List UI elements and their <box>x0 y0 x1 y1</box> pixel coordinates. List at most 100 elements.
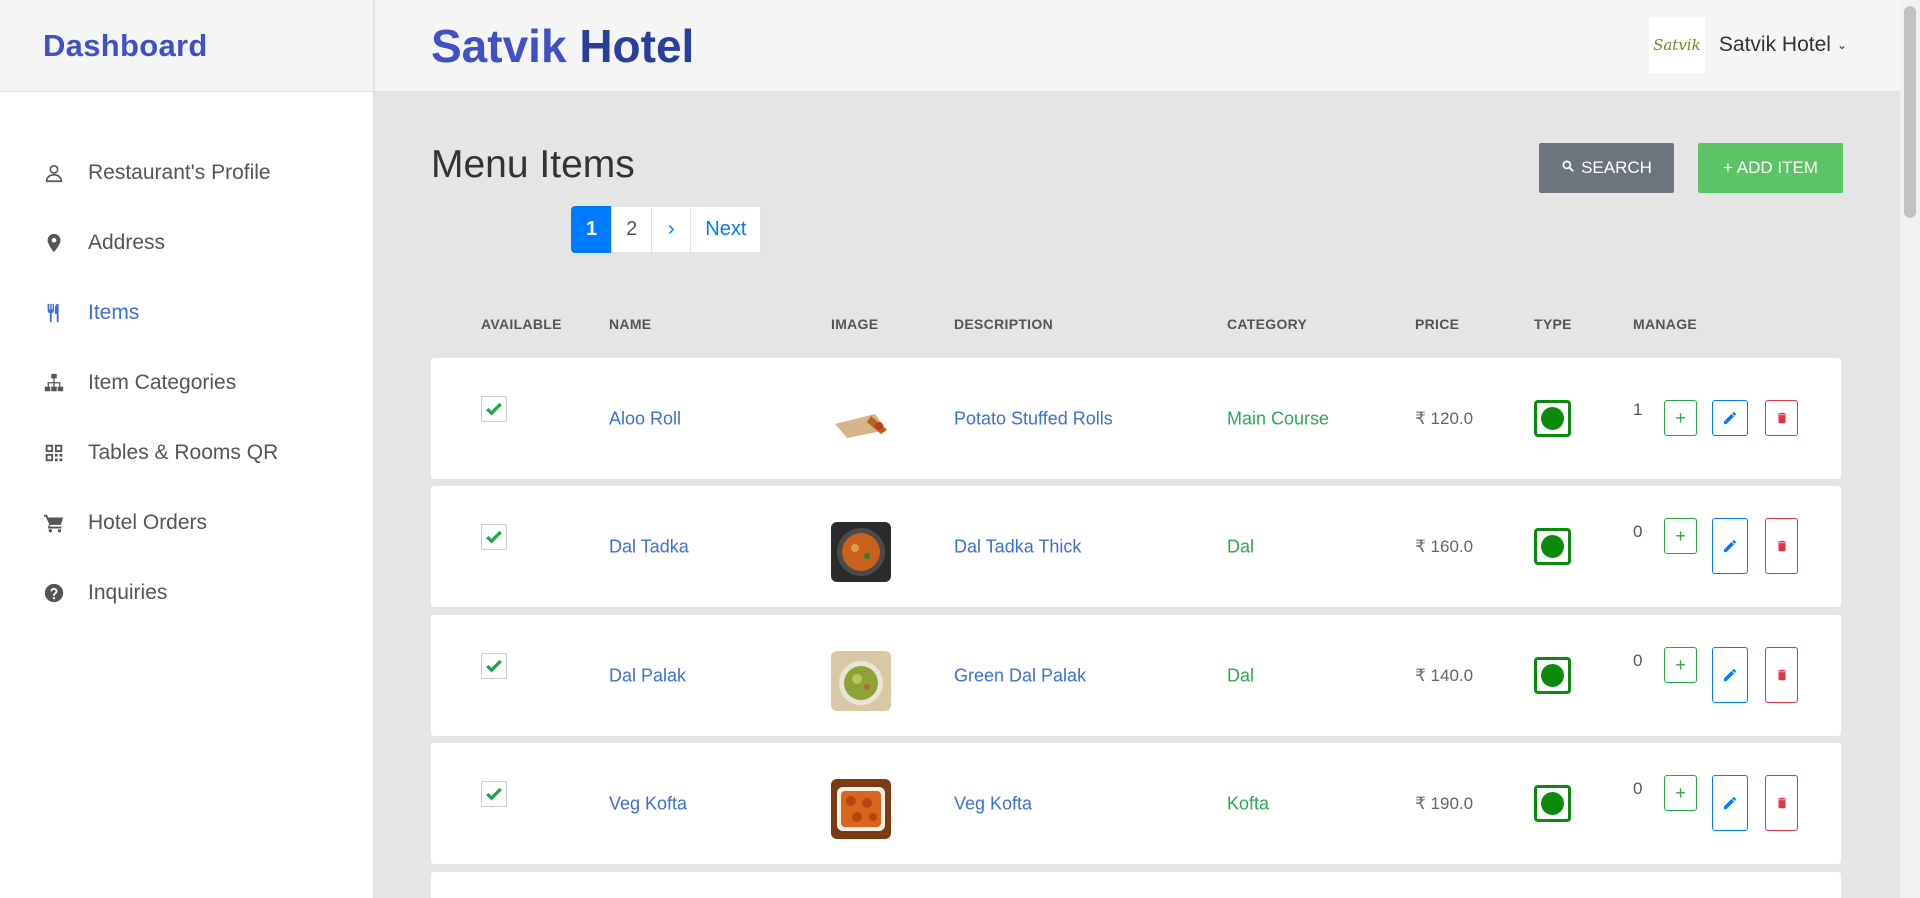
sidebar-item-inquiries[interactable]: Inquiries <box>0 558 373 628</box>
item-image <box>831 394 891 454</box>
table-row: Dal Tadka Dal Tadka Thick Dal ₹ 160.0 0 … <box>431 486 1841 607</box>
col-description: DESCRIPTION <box>954 316 1053 332</box>
veg-indicator-icon <box>1534 785 1571 822</box>
trash-icon <box>1777 669 1786 681</box>
map-pin-icon <box>42 231 66 255</box>
sitemap-icon <box>42 371 66 395</box>
search-icon <box>1561 159 1575 177</box>
edit-button[interactable] <box>1712 647 1748 703</box>
sidebar-item-label: Hotel Orders <box>88 511 208 534</box>
delete-button[interactable] <box>1765 775 1798 831</box>
page-2-button[interactable]: 2 <box>611 206 653 253</box>
available-checkbox[interactable] <box>481 524 507 550</box>
sidebar-item-categories[interactable]: Item Categories <box>0 348 373 418</box>
next-arrow-button[interactable]: › <box>651 206 692 253</box>
item-quantity: 0 <box>1633 651 1643 670</box>
sidebar-item-orders[interactable]: Hotel Orders <box>0 488 373 558</box>
table-row: Dal Palak Green Dal Palak Dal ₹ 140.0 0 … <box>431 615 1841 736</box>
sidebar-item-label: Restaurant's Profile <box>88 161 271 184</box>
col-price: PRICE <box>1415 316 1460 332</box>
col-type: TYPE <box>1534 316 1572 332</box>
available-checkbox[interactable] <box>481 653 507 679</box>
sidebar-item-tables-qr[interactable]: Tables & Rooms QR <box>0 418 373 488</box>
question-circle-icon <box>42 581 66 605</box>
available-checkbox[interactable] <box>481 781 507 807</box>
search-button-label: SEARCH <box>1581 158 1652 177</box>
table-row: Veg Kofta Veg Kofta Kofta ₹ 190.0 0 + <box>431 743 1841 864</box>
edit-button[interactable] <box>1712 400 1748 436</box>
edit-button[interactable] <box>1712 775 1748 831</box>
check-icon <box>486 530 502 544</box>
item-image <box>831 779 891 839</box>
check-icon <box>486 402 502 416</box>
increment-button[interactable]: + <box>1664 775 1697 811</box>
increment-button[interactable]: + <box>1664 647 1697 683</box>
item-image <box>831 522 891 582</box>
table-row: Aloo Roll Potato Stuffed Rolls Main Cour… <box>431 358 1841 479</box>
hotel-logo: Satvik <box>1648 17 1705 73</box>
item-price: ₹ 120.0 <box>1415 408 1474 428</box>
page-1-button[interactable]: 1 <box>571 206 613 253</box>
sidebar-nav: Restaurant's Profile Address Items Item … <box>0 138 373 628</box>
item-price: ₹ 190.0 <box>1415 793 1474 813</box>
delete-button[interactable] <box>1765 400 1798 436</box>
pencil-icon <box>1724 669 1736 681</box>
qr-code-icon <box>42 441 66 465</box>
pencil-icon <box>1724 797 1736 809</box>
item-price: ₹ 160.0 <box>1415 536 1474 556</box>
item-category[interactable]: Dal <box>1227 665 1254 686</box>
table-row <box>431 872 1841 898</box>
veg-indicator-icon <box>1534 400 1571 437</box>
pagination: 1 2 › Next <box>571 206 762 253</box>
add-item-button[interactable]: + ADD ITEM <box>1698 143 1843 193</box>
item-price: ₹ 140.0 <box>1415 665 1474 685</box>
item-name[interactable]: Aloo Roll <box>609 408 681 429</box>
trash-icon <box>1777 412 1786 424</box>
check-icon <box>486 659 502 673</box>
item-name[interactable]: Veg Kofta <box>609 793 687 814</box>
item-description[interactable]: Green Dal Palak <box>954 665 1086 686</box>
veg-indicator-icon <box>1534 528 1571 565</box>
delete-button[interactable] <box>1765 518 1798 574</box>
item-description[interactable]: Veg Kofta <box>954 793 1032 814</box>
sidebar-item-address[interactable]: Address <box>0 208 373 278</box>
item-quantity: 0 <box>1633 522 1643 541</box>
dashboard-title[interactable]: Dashboard <box>43 28 208 64</box>
user-name: Satvik Hotel <box>1718 33 1831 56</box>
page-title: Menu Items <box>431 143 635 186</box>
sidebar-item-profile[interactable]: Restaurant's Profile <box>0 138 373 208</box>
item-description[interactable]: Dal Tadka Thick <box>954 536 1081 557</box>
col-available: AVAILABLE <box>481 316 562 332</box>
user-menu[interactable]: Satvik Satvik Hotel ⌄ <box>1648 17 1847 73</box>
col-name: NAME <box>609 316 652 332</box>
increment-button[interactable]: + <box>1664 518 1697 554</box>
table-header: AVAILABLE NAME IMAGE DESCRIPTION CATEGOR… <box>431 316 1841 338</box>
item-category[interactable]: Dal <box>1227 536 1254 557</box>
scrollbar-thumb[interactable] <box>1904 6 1916 218</box>
sidebar-item-label: Inquiries <box>88 581 168 604</box>
page-scrollbar[interactable] <box>1900 0 1920 898</box>
hotel-title-part1: Satvik <box>431 19 567 72</box>
edit-button[interactable] <box>1712 518 1748 574</box>
sidebar-item-items[interactable]: Items <box>0 278 373 348</box>
utensils-icon <box>42 301 66 325</box>
hotel-title-part2: Hotel <box>579 19 695 72</box>
delete-button[interactable] <box>1765 647 1798 703</box>
item-quantity: 0 <box>1633 779 1643 798</box>
search-button[interactable]: SEARCH <box>1539 143 1674 193</box>
sidebar-item-label: Tables & Rooms QR <box>88 441 279 464</box>
sidebar-item-label: Address <box>88 231 166 254</box>
sidebar-brand[interactable]: Dashboard <box>0 0 373 92</box>
item-name[interactable]: Dal Tadka <box>609 536 689 557</box>
item-name[interactable]: Dal Palak <box>609 665 686 686</box>
check-icon <box>486 787 502 801</box>
item-description[interactable]: Potato Stuffed Rolls <box>954 408 1113 429</box>
hotel-logo-text: Satvik <box>1653 36 1701 54</box>
item-category[interactable]: Main Course <box>1227 408 1329 429</box>
pencil-icon <box>1724 412 1736 424</box>
increment-button[interactable]: + <box>1664 400 1697 436</box>
col-manage: MANAGE <box>1633 316 1698 332</box>
next-page-button[interactable]: Next <box>690 206 762 253</box>
available-checkbox[interactable] <box>481 396 507 422</box>
item-category[interactable]: Kofta <box>1227 793 1269 814</box>
